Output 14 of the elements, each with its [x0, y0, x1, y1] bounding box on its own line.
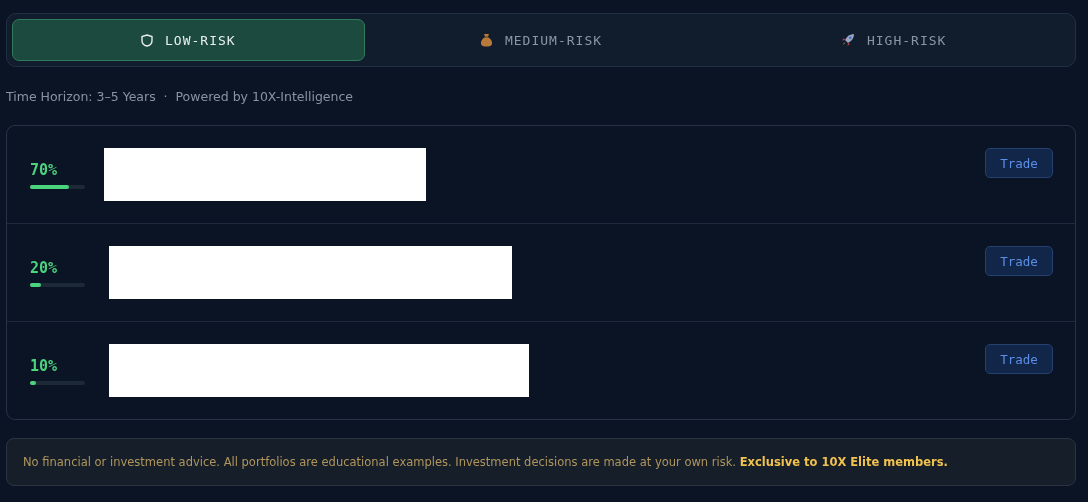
trade-button[interactable]: Trade	[985, 344, 1053, 374]
allocation-percent: 10%	[30, 356, 59, 375]
trade-button[interactable]: Trade	[985, 246, 1053, 276]
disclaimer-text: No financial or investment advice. All portfolios are educational examples. Investment decisions are made at your own risk. Exclusive to 10X Elite members.	[6, 438, 1076, 486]
risk-tab[interactable]: HIGH-RISK	[717, 19, 1070, 61]
subtitle: Time Horizon: 3–5 Years · Powered by 10X-Intelligence	[6, 89, 355, 105]
shield-icon	[141, 33, 153, 47]
risk-tab[interactable]: MEDIUM-RISK	[364, 19, 718, 61]
risk-tab[interactable]: LOW-RISK	[12, 19, 365, 61]
allocation-percent: 70%	[30, 160, 59, 179]
trade-button[interactable]: Trade	[985, 148, 1053, 178]
rocket-icon	[840, 33, 855, 47]
allocation-percent: 20%	[30, 258, 59, 277]
money-bag-icon	[479, 33, 493, 47]
